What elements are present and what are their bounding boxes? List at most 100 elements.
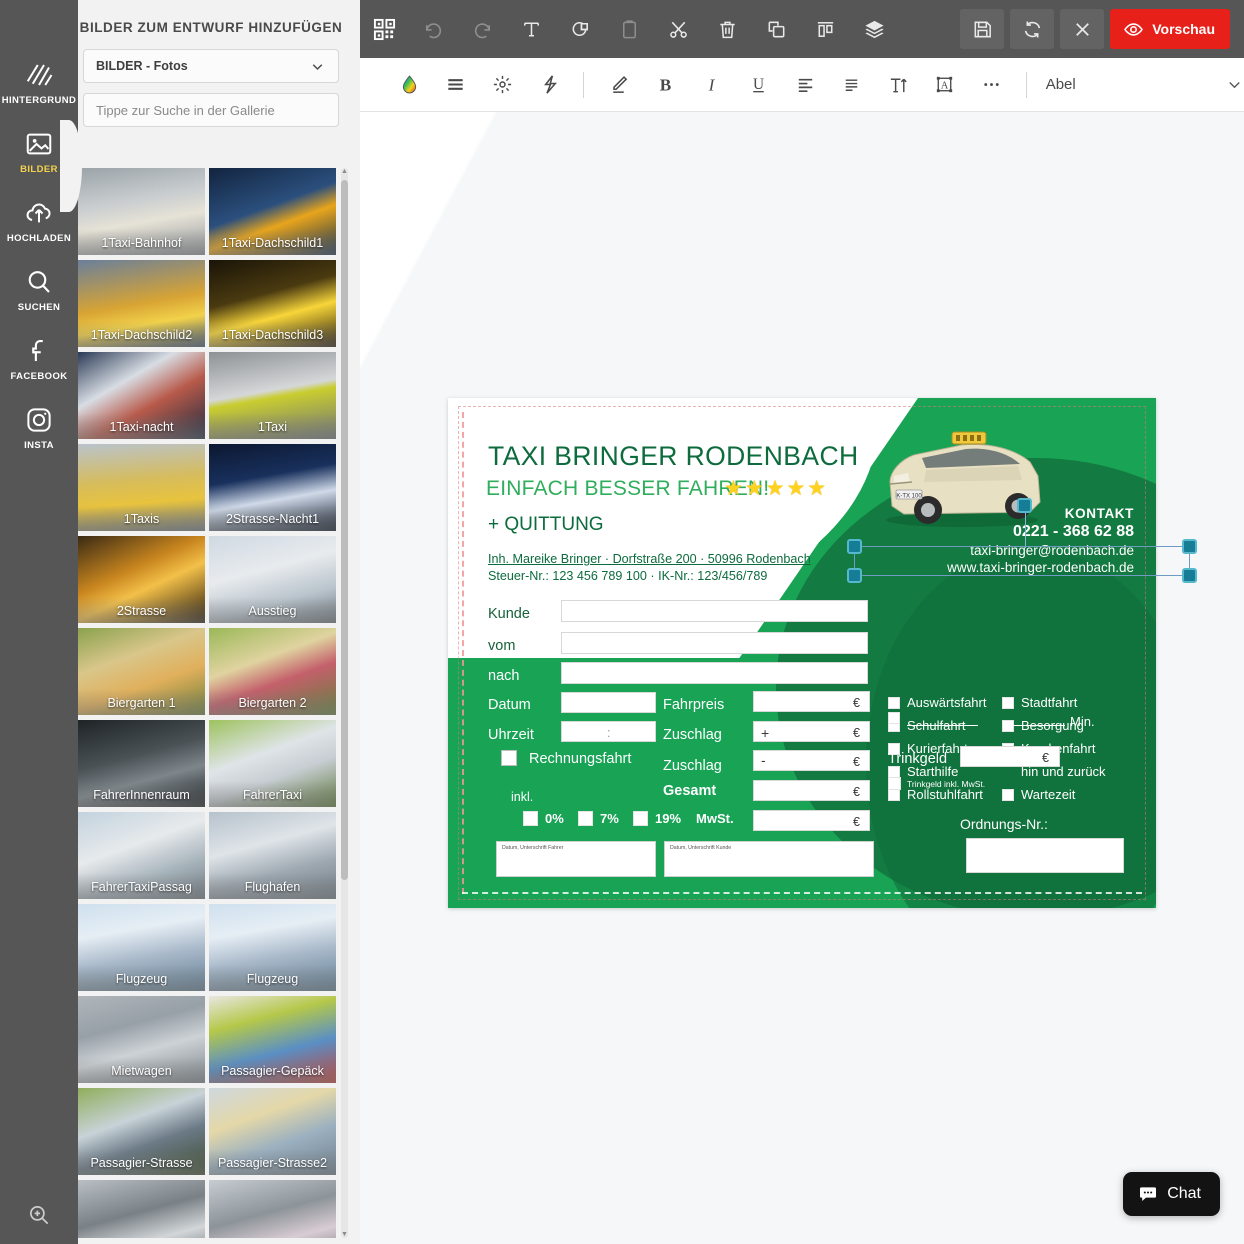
font-family-select[interactable]: Abel: [1046, 75, 1244, 94]
gallery-thumbnail[interactable]: 2Strasse-Nacht1: [209, 444, 336, 531]
flash-button[interactable]: [526, 58, 573, 112]
checkbox-ausw-rtsfahrt[interactable]: [888, 697, 900, 709]
sidebar-item-facebook[interactable]: FACEBOOK: [0, 328, 78, 390]
delete-button[interactable]: [703, 0, 752, 58]
color-button[interactable]: [386, 58, 433, 112]
gallery-thumbnail[interactable]: Flugzeug: [78, 904, 205, 991]
effects-button[interactable]: [479, 58, 526, 112]
gallery-thumbnail[interactable]: 1Taxi-Dachschild2: [78, 260, 205, 347]
checkbox-mwst-0[interactable]: [523, 811, 538, 826]
input-kunde[interactable]: [561, 600, 868, 622]
layers-button[interactable]: [850, 0, 899, 58]
custom-option-line[interactable]: [907, 725, 978, 726]
gallery-thumbnail[interactable]: FahrerTaxi: [209, 720, 336, 807]
sidebar-item-insta[interactable]: INSTA: [0, 397, 78, 459]
selection-handle-top-left[interactable]: [847, 539, 862, 554]
scroll-up-arrow[interactable]: ▲: [341, 168, 348, 175]
gallery-thumbnail[interactable]: Biergarten 1: [78, 628, 205, 715]
gallery-thumbnail[interactable]: 2Strasse: [78, 536, 205, 623]
gallery-scrollbar[interactable]: ▲ ▼: [341, 168, 348, 1238]
selection-handle-bottom-left[interactable]: [847, 568, 862, 583]
edit-button[interactable]: [595, 58, 642, 112]
more-options-button[interactable]: [968, 58, 1015, 112]
redo-button[interactable]: [458, 0, 507, 58]
checkbox-rechnungsfahrt[interactable]: [501, 750, 517, 766]
gallery-scrollbar-thumb[interactable]: [341, 180, 348, 880]
paste-button[interactable]: [605, 0, 654, 58]
gallery-thumbnail[interactable]: Mietwagen: [78, 996, 205, 1083]
search-input[interactable]: [96, 102, 326, 118]
duplicate-button[interactable]: [752, 0, 801, 58]
gallery-thumbnail[interactable]: FahrerInnenraum: [78, 720, 205, 807]
gallery-thumbnail[interactable]: Passagier-Gepäck: [209, 996, 336, 1083]
gallery-thumbnail[interactable]: 1Taxis: [78, 444, 205, 531]
checkbox-custom-option[interactable]: [888, 712, 900, 724]
signature-customer-field[interactable]: Datum, Unterschrift Kunde: [664, 841, 874, 877]
input-nach[interactable]: [561, 662, 868, 684]
align-text-button[interactable]: [782, 58, 829, 112]
checkbox-besorgung[interactable]: [1002, 720, 1014, 732]
gallery-search-field[interactable]: [83, 93, 339, 127]
reload-button[interactable]: [1010, 9, 1055, 49]
design-canvas[interactable]: TAXI BRINGER RODENBACH EINFACH BESSER FA…: [360, 112, 1244, 1244]
checkbox-stadtfahrt[interactable]: [1002, 697, 1014, 709]
text-frame-button[interactable]: A: [922, 58, 969, 112]
category-select[interactable]: BILDER - Fotos: [83, 49, 339, 83]
label-ordnungsnr: Ordnungs-Nr.:: [960, 816, 1048, 832]
bold-button[interactable]: B: [642, 58, 689, 112]
gallery-thumbnail[interactable]: 1Taxi-Bahnhof: [78, 168, 205, 255]
preview-button[interactable]: Vorschau: [1110, 9, 1230, 49]
checkbox-mwst-7[interactable]: [578, 811, 593, 826]
zoom-in-icon[interactable]: [0, 1202, 78, 1228]
input-vom[interactable]: [561, 632, 868, 654]
sidebar-item-label: SUCHEN: [17, 302, 61, 313]
input-ordnungsnr[interactable]: [966, 838, 1124, 873]
ellipsis-icon: [984, 83, 999, 86]
chevron-down-icon: [1225, 75, 1244, 94]
gallery-thumbnail[interactable]: Ausstieg: [209, 536, 336, 623]
gallery-thumbnail[interactable]: 1Taxi-Dachschild3: [209, 260, 336, 347]
checkbox-rollstuhlfahrt[interactable]: [888, 789, 900, 801]
cut-button[interactable]: [654, 0, 703, 58]
checkbox-mwst-19[interactable]: [633, 811, 648, 826]
add-text-button[interactable]: [507, 0, 556, 58]
font-size-button[interactable]: [875, 58, 922, 112]
underline-button[interactable]: U: [735, 58, 782, 112]
gallery-thumbnail[interactable]: [209, 1180, 336, 1238]
signature-driver-field[interactable]: Datum, Unterschrift Fahrer: [496, 841, 656, 877]
align-button[interactable]: [801, 0, 850, 58]
selection-bounding-box[interactable]: [847, 539, 1197, 583]
undo-button[interactable]: [409, 0, 458, 58]
checkbox-trinkgeld-mwst[interactable]: [888, 777, 901, 790]
instagram-icon: [24, 405, 54, 435]
close-button[interactable]: [1060, 9, 1105, 49]
chat-button[interactable]: Chat: [1123, 1172, 1220, 1216]
gallery-thumbnail[interactable]: Flughafen: [209, 812, 336, 899]
sidebar-item-suchen[interactable]: SUCHEN: [0, 259, 78, 321]
minutes-line[interactable]: [1003, 725, 1065, 726]
gallery-thumbnail[interactable]: Biergarten 2: [209, 628, 336, 715]
gallery-thumbnail[interactable]: 1Taxi-Dachschild1: [209, 168, 336, 255]
line-spacing-button[interactable]: [433, 58, 480, 112]
scroll-down-arrow[interactable]: ▼: [341, 1231, 348, 1238]
gallery-thumbnail[interactable]: 1Taxi: [209, 352, 336, 439]
gallery-thumbnail[interactable]: 1Taxi-nacht: [78, 352, 205, 439]
selection-rotate-handle[interactable]: [1017, 498, 1032, 513]
taxi-receipt-design[interactable]: TAXI BRINGER RODENBACH EINFACH BESSER FA…: [448, 398, 1156, 908]
gallery-thumbnail[interactable]: Passagier-Strasse2: [209, 1088, 336, 1175]
selection-handle-bottom-right[interactable]: [1182, 568, 1197, 583]
selection-handle-top-right[interactable]: [1182, 539, 1197, 554]
paragraph-button[interactable]: [828, 58, 875, 112]
gallery-thumbnail[interactable]: [78, 1180, 205, 1238]
gallery-thumbnail[interactable]: Flugzeug: [209, 904, 336, 991]
checkbox-wartezeit[interactable]: [1002, 789, 1014, 801]
sidebar-item-hintergrund[interactable]: HINTERGRUND: [0, 52, 78, 114]
input-datum[interactable]: [561, 692, 656, 713]
italic-button[interactable]: I: [689, 58, 736, 112]
qr-code-icon: [373, 18, 396, 40]
shape-button[interactable]: [556, 0, 605, 58]
qr-code-button[interactable]: [360, 0, 409, 58]
gallery-thumbnail[interactable]: Passagier-Strasse: [78, 1088, 205, 1175]
gallery-thumbnail[interactable]: FahrerTaxiPassag: [78, 812, 205, 899]
save-button[interactable]: [960, 9, 1005, 49]
